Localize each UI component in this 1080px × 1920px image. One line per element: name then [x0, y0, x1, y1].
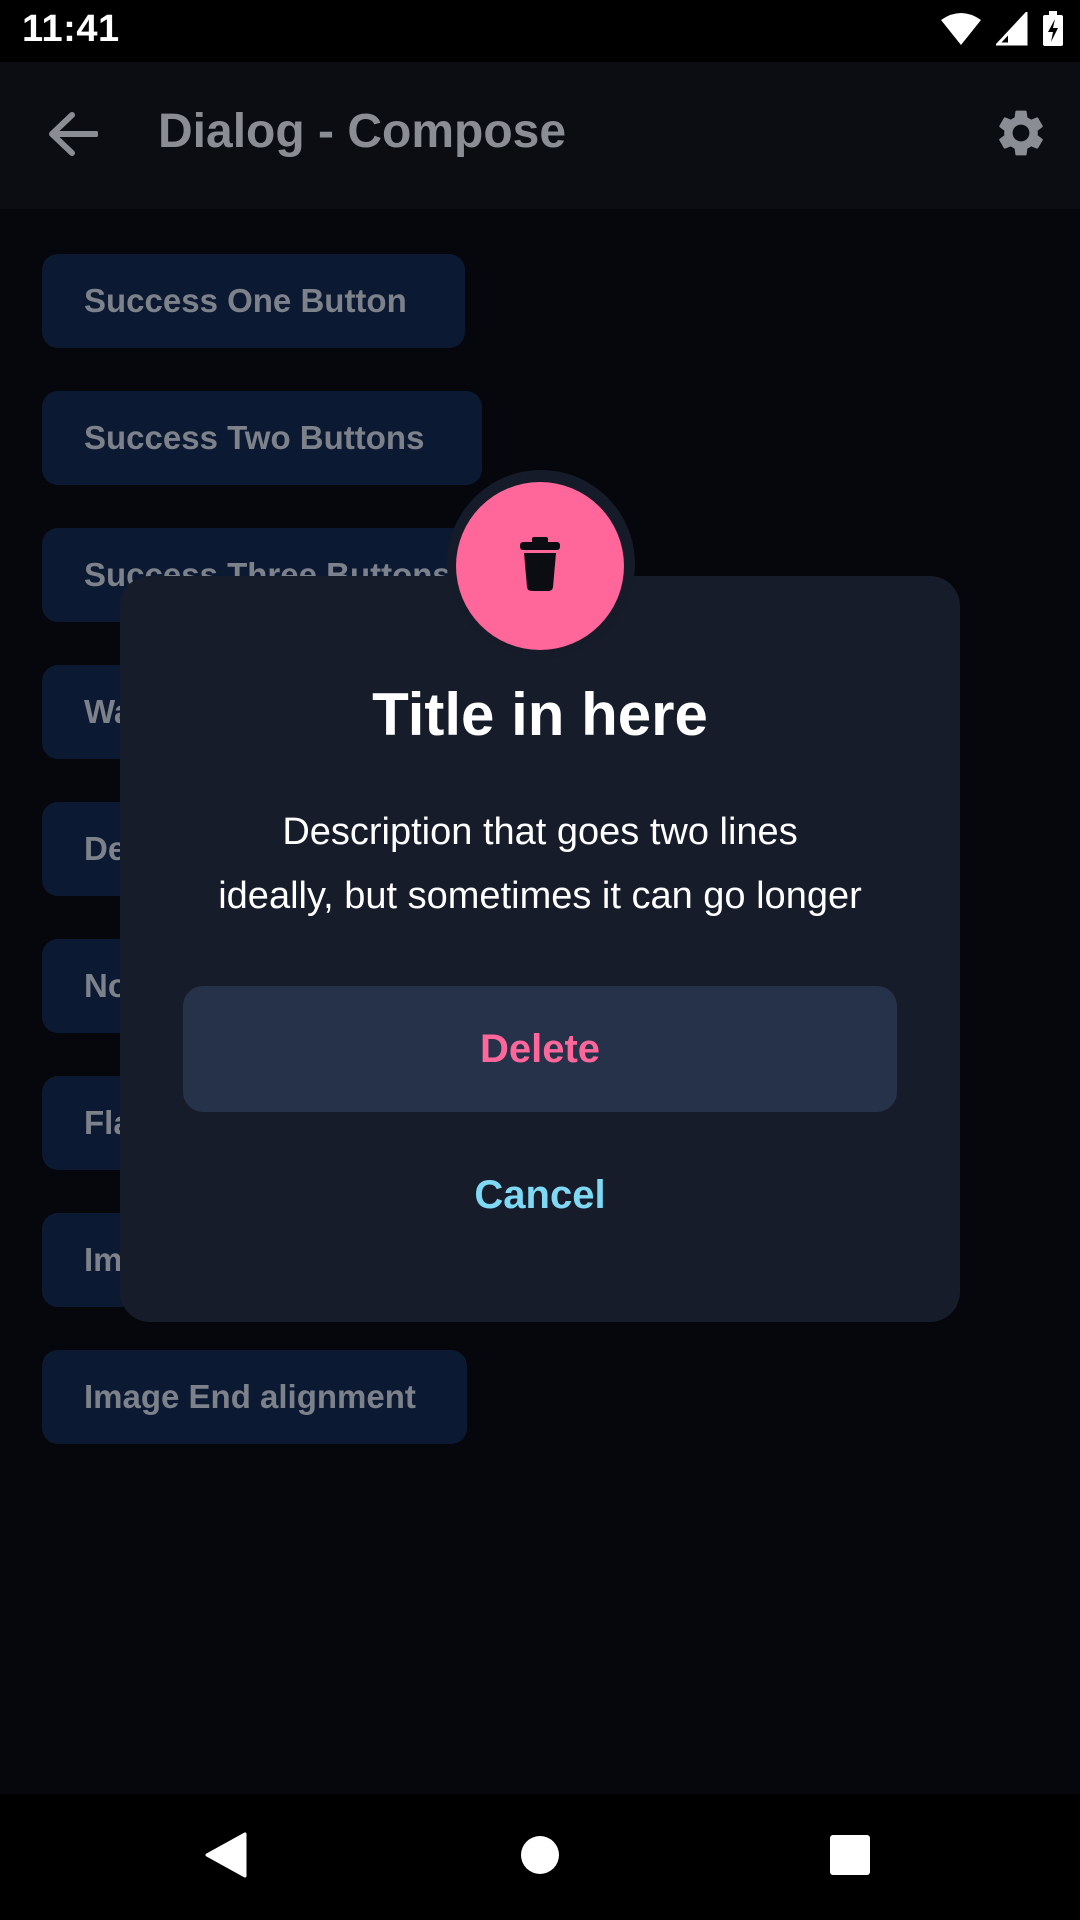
- dialog-icon-badge: [456, 482, 624, 650]
- trash-icon: [517, 537, 563, 595]
- status-time: 11:41: [22, 8, 120, 50]
- arrow-left-icon: [48, 112, 99, 160]
- battery-charging-icon: [1042, 11, 1064, 51]
- dialog-title: Title in here: [372, 681, 708, 748]
- nav-home-button[interactable]: [480, 1794, 600, 1920]
- cancel-button[interactable]: Cancel: [360, 1160, 720, 1230]
- nav-back-button[interactable]: [166, 1794, 286, 1920]
- wifi-icon: [940, 12, 982, 50]
- circle-home-icon: [520, 1835, 560, 1879]
- back-button[interactable]: [38, 106, 108, 166]
- status-icons: [940, 10, 1064, 51]
- status-bar: 11:41: [0, 0, 1080, 62]
- triangle-back-icon: [205, 1832, 247, 1882]
- settings-button[interactable]: [988, 102, 1054, 168]
- gear-icon: [993, 105, 1049, 165]
- dialog-description-line-1: Description that goes two lines: [282, 811, 798, 853]
- image-end-alignment-button[interactable]: Image End alignment: [42, 1350, 467, 1444]
- delete-button[interactable]: Delete: [183, 986, 897, 1112]
- page-title: Dialog - Compose: [158, 105, 567, 158]
- cellular-signal-icon: [994, 10, 1028, 50]
- success-two-buttons-button[interactable]: Success Two Buttons: [42, 391, 482, 485]
- square-recents-icon: [830, 1835, 870, 1879]
- nav-recents-button[interactable]: [790, 1794, 910, 1920]
- success-one-button[interactable]: Success One Button: [42, 254, 465, 348]
- dialog-description: Description that goes two lines ideally,…: [160, 800, 920, 928]
- dialog-description-line-2: ideally, but sometimes it can go longer: [218, 875, 862, 917]
- app-bar: Dialog - Compose: [0, 62, 1080, 209]
- system-navigation-bar: [0, 1794, 1080, 1920]
